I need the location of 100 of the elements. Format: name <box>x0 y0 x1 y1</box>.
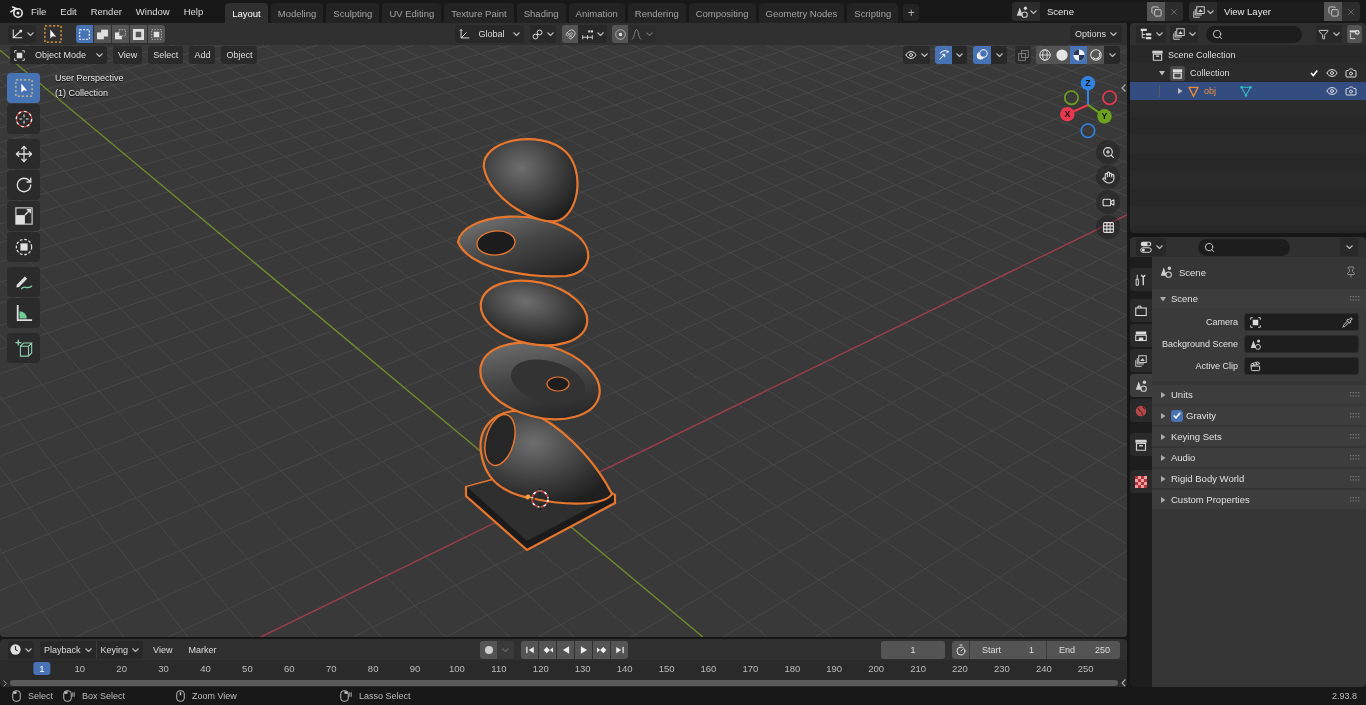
tool-button[interactable] <box>7 267 40 297</box>
add-workspace-button[interactable]: + <box>903 4 920 21</box>
editor-type-button[interactable] <box>8 640 34 659</box>
auto-keying-toggle[interactable] <box>480 640 497 659</box>
perspective-toggle-button[interactable] <box>1096 215 1120 239</box>
jump-start-button[interactable] <box>521 640 538 659</box>
menu-item[interactable]: View <box>113 46 143 64</box>
duplicate-button[interactable] <box>1324 2 1342 21</box>
workspace-tab[interactable]: Modeling <box>270 3 324 23</box>
workspace-tab[interactable]: Sculpting <box>326 3 380 23</box>
pivot-dropdown[interactable] <box>530 25 556 43</box>
shading-mode-button[interactable] <box>1036 46 1053 64</box>
outliner-row[interactable]: Collection <box>1130 64 1366 82</box>
tool-button[interactable] <box>7 333 40 363</box>
search-field[interactable] <box>1198 238 1290 256</box>
tool-button[interactable] <box>7 232 40 262</box>
properties-tab[interactable] <box>1130 470 1152 493</box>
field-value[interactable]: 250 <box>1094 644 1110 655</box>
checkbox[interactable] <box>1171 409 1183 422</box>
tool-button[interactable] <box>7 201 40 231</box>
menu-item[interactable]: Select <box>148 46 184 64</box>
negative-axis-handle[interactable] <box>1102 90 1118 106</box>
workspace-tab[interactable]: Layout <box>225 3 268 23</box>
shading-mode-button[interactable] <box>1087 46 1104 64</box>
workspace-tab[interactable]: Rendering <box>627 3 686 23</box>
eyedropper-icon[interactable] <box>1342 316 1353 328</box>
selection-mode-button[interactable] <box>112 25 129 43</box>
next-keyframe-button[interactable] <box>593 640 610 659</box>
tool-button[interactable] <box>7 104 40 134</box>
panel-header[interactable]: Gravity <box>1152 406 1366 425</box>
options-dropdown[interactable]: Options <box>1070 25 1122 43</box>
editor-type-button[interactable] <box>8 25 36 43</box>
axis-handle[interactable]: X <box>1060 104 1089 122</box>
panel-header[interactable]: Units <box>1152 385 1366 404</box>
shading-mode-button[interactable] <box>1053 46 1070 64</box>
menu-item[interactable]: Render <box>83 2 129 21</box>
shading-dropdown[interactable] <box>1104 46 1120 64</box>
axis-handle[interactable]: Y <box>1087 104 1112 124</box>
pin-icon[interactable] <box>1345 266 1357 278</box>
menu-dropdown[interactable]: Playback <box>40 640 96 659</box>
pan-button[interactable] <box>1096 165 1120 189</box>
timeline-scrollbar[interactable] <box>10 680 1118 686</box>
properties-tab[interactable] <box>1130 349 1152 372</box>
preview-range-toggle[interactable] <box>952 640 969 659</box>
background-scene-field[interactable] <box>1244 335 1359 353</box>
menu-item[interactable]: Window <box>128 2 177 21</box>
options-dropdown[interactable] <box>1340 238 1358 256</box>
xray-toggle[interactable] <box>1015 46 1031 64</box>
menu-item[interactable]: Add <box>189 46 216 64</box>
previous-keyframe-button[interactable] <box>539 640 556 659</box>
falloff-dropdown[interactable] <box>628 25 656 43</box>
overlays-toggle[interactable] <box>973 46 991 64</box>
outliner-row[interactable]: Scene Collection <box>1130 46 1366 64</box>
properties-tab[interactable] <box>1130 374 1152 397</box>
visibility-dropdown[interactable] <box>903 46 930 64</box>
workspace-tab[interactable]: Texture Paint <box>444 3 514 23</box>
workspace-tab[interactable]: UV Editing <box>382 3 442 23</box>
tool-button[interactable] <box>7 298 40 328</box>
sidebar-toggle-icon[interactable] <box>1121 84 1126 92</box>
workspace-tab[interactable]: Scripting <box>847 3 899 23</box>
negative-axis-handle[interactable] <box>1080 123 1096 139</box>
workspace-tab[interactable]: Geometry Nodes <box>758 3 845 23</box>
gizmo-toggle[interactable] <box>935 46 952 64</box>
selection-mode-button[interactable] <box>130 25 147 43</box>
workspace-tab[interactable]: Shading <box>516 3 566 23</box>
proportional-edit-toggle[interactable] <box>612 25 628 43</box>
properties-tab[interactable] <box>1130 299 1152 322</box>
overlays-dropdown[interactable] <box>991 46 1007 64</box>
menu-item[interactable]: Edit <box>53 2 84 21</box>
orientation-dropdown[interactable]: Global <box>455 25 524 43</box>
field-value[interactable]: 1 <box>1029 644 1034 655</box>
panel-header[interactable]: Custom Properties <box>1152 490 1366 509</box>
panel-header[interactable]: Scene <box>1152 289 1366 308</box>
zoom-button[interactable] <box>1096 140 1120 164</box>
play-button[interactable] <box>575 640 592 659</box>
tool-button[interactable] <box>7 170 40 200</box>
menu-item[interactable]: Object <box>221 46 258 64</box>
menu-item[interactable]: Marker <box>182 640 223 659</box>
snap-toggle[interactable] <box>562 25 578 43</box>
camera-icon[interactable] <box>1345 67 1357 79</box>
search-field[interactable] <box>1206 25 1302 43</box>
3d-viewport[interactable]: Object Mode View Select Add Object User Perspective (1) Collection Z X Y <box>0 45 1127 637</box>
menu-item[interactable]: Help <box>176 2 211 21</box>
selector-dropdown[interactable] <box>1189 2 1217 21</box>
active-tool-button[interactable] <box>43 25 63 43</box>
editor-type-button[interactable] <box>1136 238 1166 256</box>
snap-target-dropdown[interactable] <box>578 25 607 43</box>
eye-icon[interactable] <box>1326 67 1338 79</box>
workspace-tab[interactable]: Animation <box>568 3 625 23</box>
gizmo-dropdown[interactable] <box>952 46 967 64</box>
panel-header[interactable]: Keying Sets <box>1152 427 1366 446</box>
properties-tab[interactable] <box>1130 268 1152 291</box>
panel-header[interactable]: Audio <box>1152 448 1366 467</box>
duplicate-button[interactable] <box>1147 2 1165 21</box>
start-frame-field[interactable]: Start 1 <box>969 640 1046 659</box>
menu-item[interactable]: View <box>147 640 179 659</box>
movie-clip-field[interactable] <box>1244 357 1359 375</box>
checkbox[interactable] <box>1309 68 1319 78</box>
panel-header[interactable]: Rigid Body World <box>1152 469 1366 488</box>
negative-axis-handle[interactable] <box>1063 90 1079 106</box>
